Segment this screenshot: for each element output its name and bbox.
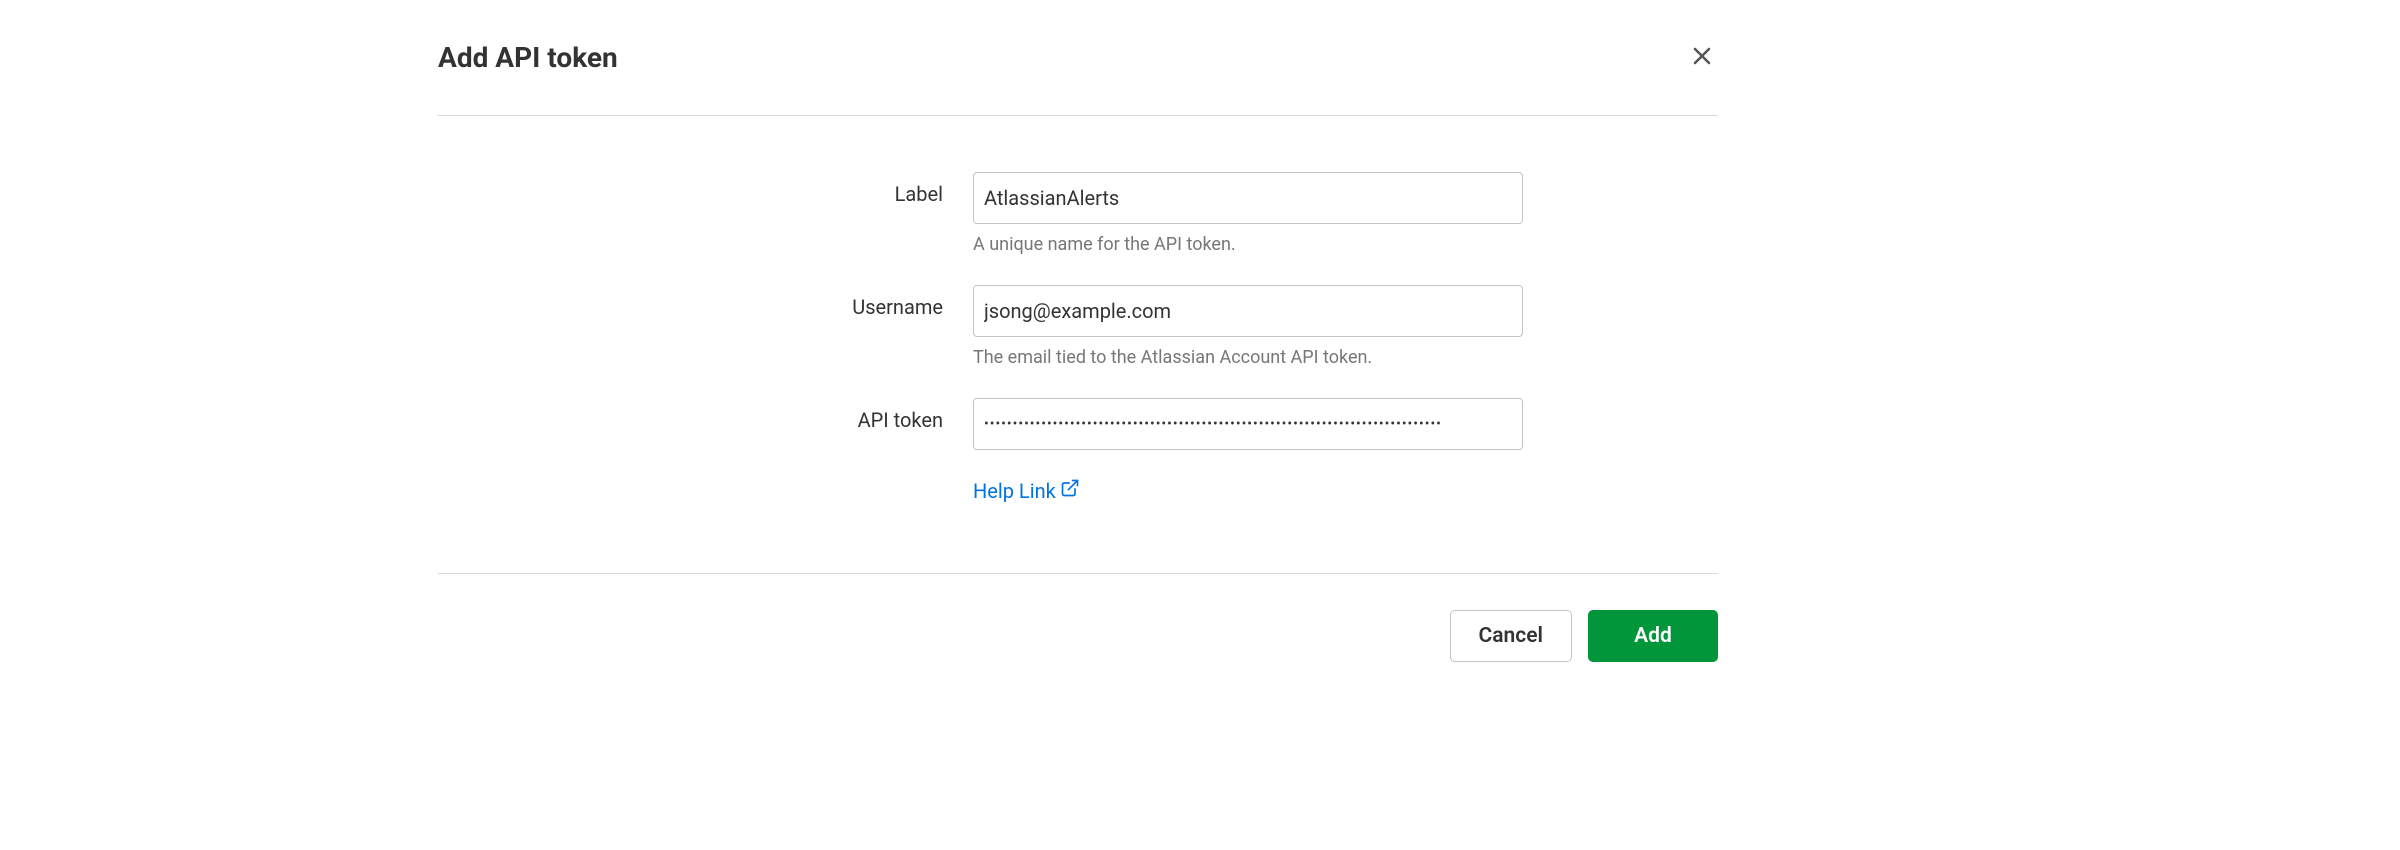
add-api-token-modal: Add API token Label A unique name for th… [438,30,1718,662]
label-hint: A unique name for the API token. [973,234,1523,255]
help-link-row: Help Link [973,478,1523,503]
close-icon [1690,44,1714,71]
username-control-wrap: The email tied to the Atlassian Account … [973,285,1523,368]
help-link[interactable]: Help Link [973,478,1080,503]
username-field-label: Username [438,285,973,319]
form-row-label: Label A unique name for the API token. [438,172,1718,255]
label-input[interactable] [973,172,1523,224]
modal-footer: Cancel Add [438,574,1718,662]
add-button[interactable]: Add [1588,610,1718,662]
label-field-label: Label [438,172,973,206]
apitoken-control-wrap: Help Link [973,398,1523,503]
cancel-button[interactable]: Cancel [1450,610,1572,662]
external-link-icon [1060,478,1080,503]
apitoken-input[interactable] [973,398,1523,450]
help-link-text: Help Link [973,479,1056,503]
username-input[interactable] [973,285,1523,337]
form-row-username: Username The email tied to the Atlassian… [438,285,1718,368]
modal-header: Add API token [438,30,1718,116]
modal-body: Label A unique name for the API token. U… [438,116,1718,574]
apitoken-field-label: API token [438,398,973,432]
close-button[interactable] [1686,40,1718,75]
label-control-wrap: A unique name for the API token. [973,172,1523,255]
modal-title: Add API token [438,41,618,74]
form-row-apitoken: API token Help Link [438,398,1718,503]
username-hint: The email tied to the Atlassian Account … [973,347,1523,368]
